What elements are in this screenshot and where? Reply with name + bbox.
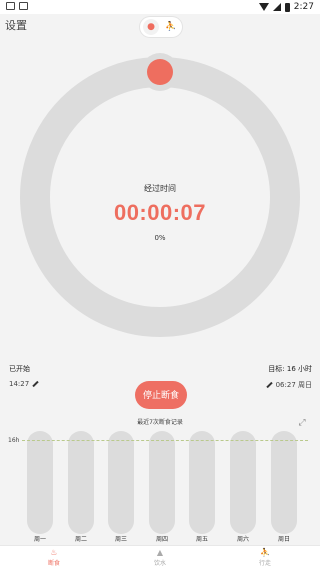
pencil-icon[interactable] xyxy=(265,381,273,389)
notification-icons xyxy=(6,2,28,10)
nav-label: 断食 xyxy=(47,560,60,566)
history-day-label: 周四 xyxy=(155,536,168,543)
goal-time-edit[interactable]: 06:27 周日 xyxy=(265,380,312,390)
expand-icon[interactable]: ⤢ xyxy=(297,418,307,428)
goal-time: 06:27 周日 xyxy=(275,381,312,389)
stop-fasting-button[interactable]: 停止断食 xyxy=(135,381,187,409)
history-bars: 周一 周二 周三 周四 周五 周六 周日 xyxy=(0,431,320,543)
history-day-label: 周一 xyxy=(33,536,46,543)
pencil-icon[interactable] xyxy=(32,380,39,388)
timer-center: 经过时间 00:00:07 0% xyxy=(14,183,306,242)
fork-knife-icon: ♨ xyxy=(50,548,58,557)
goal-marker-label: 16h xyxy=(8,437,20,444)
history-bar xyxy=(189,431,215,534)
nav-item-0[interactable]: ♨ 断食 xyxy=(34,548,74,566)
start-info: 已开始 14:27 xyxy=(9,364,39,388)
goal-line xyxy=(22,440,308,441)
history-title: 最近7次断食记录 xyxy=(137,419,183,426)
goal-info: 目标: 16 小时 06:27 周日 xyxy=(265,364,312,390)
flame-icon[interactable]: ● xyxy=(143,19,159,35)
history-bar xyxy=(68,431,94,534)
nav-label: 行走 xyxy=(258,560,271,566)
battery-icon xyxy=(284,2,290,12)
elapsed-label: 经过时间 xyxy=(144,184,176,193)
history-bar xyxy=(271,431,297,534)
progress-percent: 0% xyxy=(154,234,166,242)
status-time: 2:27 xyxy=(293,2,314,12)
history-bar xyxy=(149,431,175,534)
walk-icon: ⛹ xyxy=(260,548,270,557)
history-day-label: 周日 xyxy=(277,536,290,543)
mode-toggle[interactable]: ● ⛹ xyxy=(140,17,182,37)
elapsed-time: 00:00:07 xyxy=(113,200,207,225)
status-indicators: 2:27 xyxy=(258,2,314,12)
signal-icon xyxy=(272,3,281,11)
history-day-label: 周六 xyxy=(236,536,249,543)
history-day-label: 周二 xyxy=(74,536,87,543)
water-drop-icon: ▲ xyxy=(156,548,164,557)
start-time-edit[interactable]: 14:27 xyxy=(9,380,39,388)
history-bar xyxy=(27,431,53,534)
start-label: 已开始 xyxy=(9,365,30,373)
history-day-label: 周三 xyxy=(114,536,127,543)
bottom-nav: ♨ 断食 ▲ 饮水 ⛹ 行走 xyxy=(0,545,320,566)
history-bar xyxy=(108,431,134,534)
start-time: 14:27 xyxy=(9,380,30,388)
history-bar xyxy=(230,431,256,534)
nav-item-1[interactable]: ▲ 饮水 xyxy=(140,548,180,566)
timer-ring: 经过时间 00:00:07 0% xyxy=(14,51,306,343)
download-notification-icon xyxy=(19,2,28,10)
walk-icon[interactable]: ⛹ xyxy=(163,19,179,35)
history-day-label: 周五 xyxy=(195,536,208,543)
image-notification-icon xyxy=(6,2,15,10)
settings-button[interactable]: 设置 xyxy=(5,17,27,33)
wifi-icon xyxy=(258,3,269,11)
status-bar: 2:27 xyxy=(0,0,320,14)
ring-progress-handle[interactable] xyxy=(147,59,173,85)
nav-item-2[interactable]: ⛹ 行走 xyxy=(245,548,285,566)
goal-label: 目标: 16 小时 xyxy=(268,365,312,373)
nav-label: 饮水 xyxy=(153,560,166,566)
